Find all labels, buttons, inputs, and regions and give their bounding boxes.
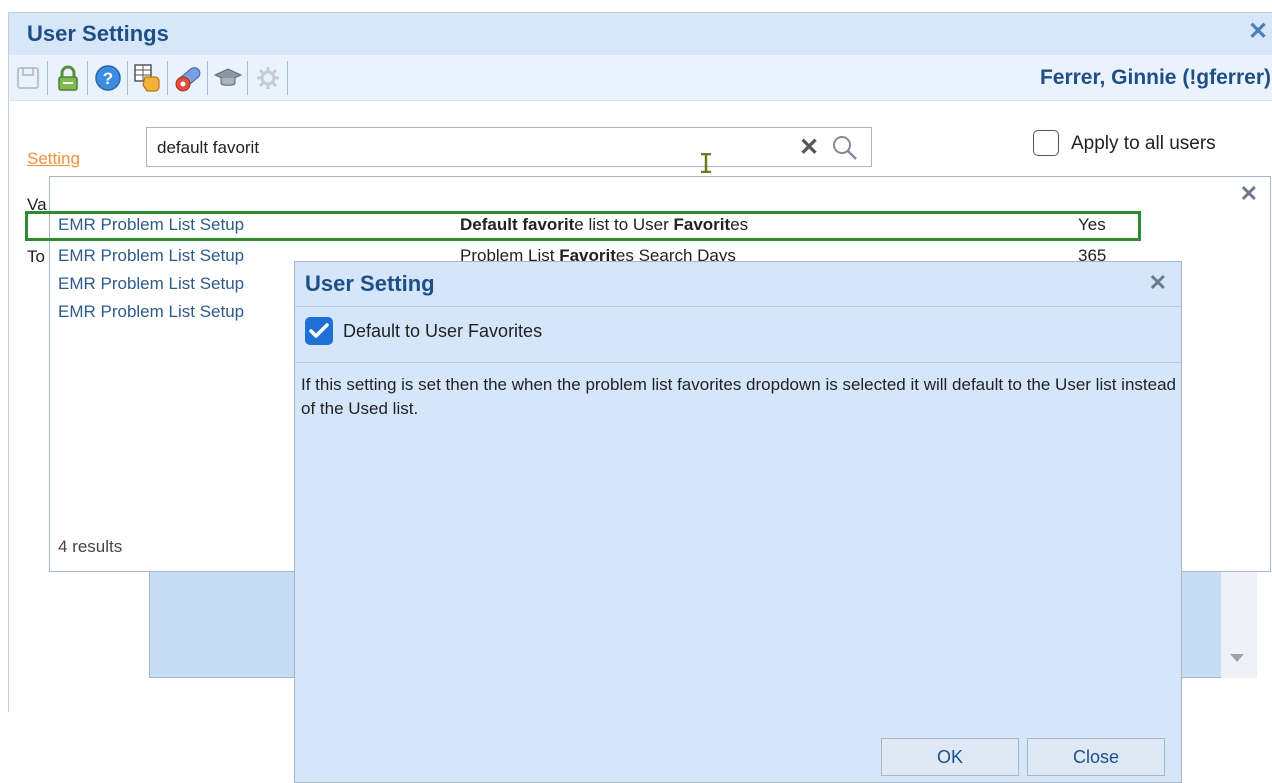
result-category: EMR Problem List Setup bbox=[58, 302, 245, 321]
default-to-user-favorites-checkbox[interactable] bbox=[305, 317, 333, 345]
dialog-close-icon[interactable]: ✕ bbox=[1149, 270, 1167, 296]
ok-button[interactable]: OK bbox=[881, 738, 1019, 776]
scroll-down-icon[interactable] bbox=[1230, 654, 1244, 662]
setting-search-field[interactable]: ✕ bbox=[146, 127, 872, 167]
clear-search-icon[interactable]: ✕ bbox=[799, 133, 819, 162]
apply-to-all-users-label: Apply to all users bbox=[1071, 133, 1216, 154]
pill-gear-icon[interactable] bbox=[171, 61, 205, 95]
result-row[interactable]: EMR Problem List Setup Default favorite … bbox=[25, 211, 1141, 241]
window-title: User Settings bbox=[27, 21, 169, 46]
text-cursor-icon bbox=[699, 152, 713, 178]
apply-to-all-users-checkbox[interactable] bbox=[1033, 130, 1059, 156]
current-user-name: Ferrer, Ginnie (!gferrer) bbox=[1039, 66, 1271, 89]
result-value: Yes bbox=[1078, 215, 1106, 234]
dialog-title: User Setting bbox=[305, 271, 435, 296]
help-icon[interactable]: ? bbox=[91, 61, 125, 95]
search-icon[interactable] bbox=[831, 134, 859, 167]
checkbox-label: Default to User Favorites bbox=[343, 321, 543, 341]
svg-text:?: ? bbox=[103, 69, 113, 88]
results-count: 4 results bbox=[58, 537, 123, 556]
hand-grid-icon[interactable] bbox=[131, 61, 165, 95]
close-button[interactable]: Close bbox=[1027, 738, 1165, 776]
save-icon[interactable] bbox=[11, 61, 45, 95]
result-category: EMR Problem List Setup bbox=[58, 274, 245, 293]
result-category: EMR Problem List Setup bbox=[58, 215, 245, 234]
lock-icon[interactable] bbox=[51, 61, 85, 95]
close-results-icon[interactable]: ✕ bbox=[1240, 181, 1258, 207]
setting-link[interactable]: Setting bbox=[27, 149, 80, 169]
user-setting-dialog: User Setting ✕ Default to User Favorites… bbox=[294, 261, 1182, 783]
toolbar: ? Ferrer, Ginnie (!gferrer) bbox=[9, 55, 1272, 101]
to-label: To bbox=[27, 247, 45, 266]
setting-description: If this setting is set then the when the… bbox=[301, 375, 1176, 418]
setting-search-input[interactable] bbox=[155, 136, 775, 160]
gear-icon[interactable] bbox=[251, 61, 285, 95]
close-icon[interactable]: ✕ bbox=[1245, 19, 1271, 45]
result-description: Default favorite list to User Favorites bbox=[460, 215, 749, 234]
window-titlebar: User Settings ✕ bbox=[9, 13, 1272, 55]
graduation-cap-icon[interactable] bbox=[211, 61, 245, 95]
result-category: EMR Problem List Setup bbox=[58, 246, 245, 265]
